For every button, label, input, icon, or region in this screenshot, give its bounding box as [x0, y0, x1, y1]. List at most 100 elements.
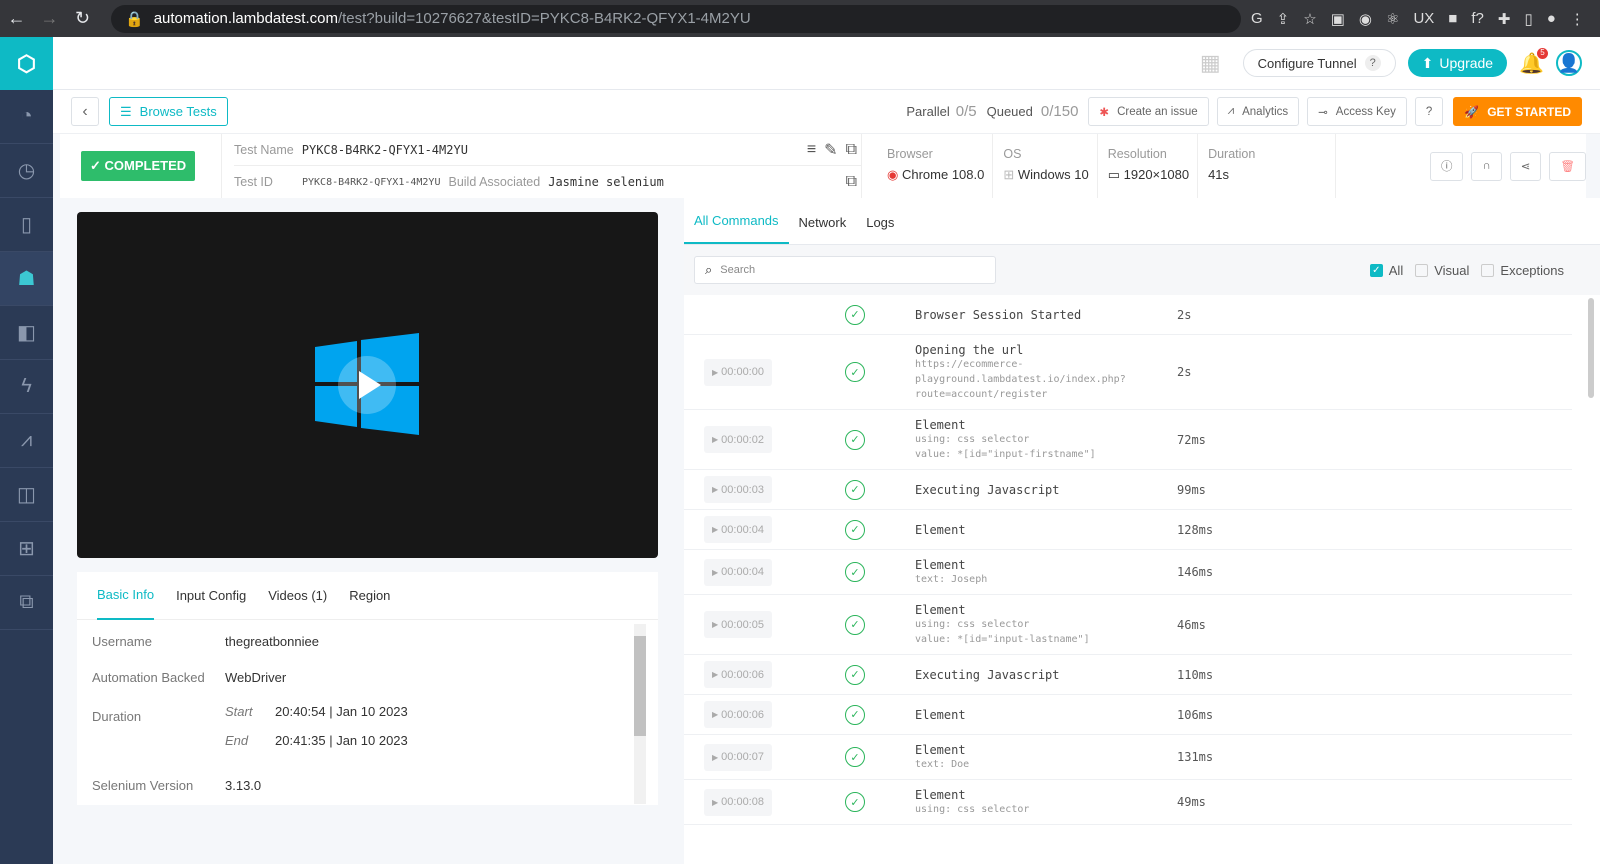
browse-tests-button[interactable]: ☰ Browse Tests [109, 97, 228, 126]
filter-exceptions-checkbox[interactable]: Exceptions [1481, 263, 1564, 278]
create-issue-button[interactable]: ✱ Create an issue [1088, 97, 1209, 126]
command-row[interactable]: ▶ 00:00:03 ✓ Executing Javascript 99ms [684, 470, 1572, 510]
timestamp-button[interactable]: ▶ 00:00:00 [704, 358, 772, 386]
info-button[interactable]: ⓘ [1429, 151, 1464, 181]
star-icon[interactable]: ☆ [1303, 10, 1316, 28]
help-icon[interactable]: ? [1364, 55, 1381, 71]
back-icon[interactable]: ← [0, 8, 33, 29]
timestamp-button[interactable]: ▶ 00:00:05 [704, 611, 772, 638]
command-duration: 2s [1177, 307, 1192, 322]
start-label: Start [225, 704, 253, 719]
command-row[interactable]: ✓ Browser Session Started 2s [684, 295, 1572, 335]
camera-icon[interactable]: ◉ [1359, 10, 1372, 28]
automation-value: WebDriver [225, 670, 287, 685]
test-id: PYKC8-B4RK2-QFYX1-4M2YU [302, 176, 441, 188]
automation-icon[interactable]: ☗ [0, 252, 53, 306]
scrollbar[interactable] [634, 624, 646, 804]
timestamp-button[interactable]: ▶ 00:00:02 [704, 426, 772, 453]
filter-visual-checkbox[interactable]: Visual [1415, 263, 1469, 278]
share-icon[interactable]: ⇪ [1277, 10, 1290, 28]
menu-icon[interactable]: ⋮ [1570, 10, 1585, 28]
copy-icon[interactable]: ⧉ [846, 141, 857, 159]
react-icon[interactable]: ⚛ [1386, 10, 1399, 28]
magnet-button[interactable]: ∩ [1471, 151, 1502, 181]
command-duration: 2s [1177, 365, 1192, 379]
tab-basic-info[interactable]: Basic Info [97, 572, 155, 620]
timestamp-button[interactable]: ▶ 00:00:08 [704, 788, 772, 816]
tab-logs[interactable]: Logs [856, 215, 904, 244]
timestamp-button[interactable]: ▶ 00:00:07 [704, 743, 772, 771]
command-row[interactable]: ▶ 00:00:06 ✓ Executing Javascript 110ms [684, 655, 1572, 695]
tab-all-commands[interactable]: All Commands [684, 213, 789, 244]
command-row[interactable]: ▶ 00:00:07 ✓ Element text: Doe 131ms [684, 735, 1572, 780]
user-icon[interactable]: 👤 [1556, 50, 1582, 76]
command-row[interactable]: ▶ 00:00:05 ✓ Element using: css selector val… [684, 595, 1572, 655]
command-row[interactable]: ▶ 00:00:04 ✓ Element text: Joseph 146ms [684, 550, 1572, 595]
sidepanel-icon[interactable]: ▯ [1524, 10, 1532, 28]
timestamp-button[interactable]: ▶ 00:00:03 [704, 476, 772, 503]
get-started-button[interactable]: 🚀 GET STARTED [1453, 97, 1582, 126]
timestamp: 00:00:05 [721, 618, 764, 631]
puzzle-icon[interactable]: ✚ [1498, 10, 1511, 28]
tab-region[interactable]: Region [349, 588, 390, 603]
app-icon[interactable]: ▯ [0, 198, 53, 252]
extension-icon[interactable]: ▣ [1331, 10, 1345, 28]
ux-icon[interactable]: UX [1413, 10, 1434, 28]
search-input[interactable]: ⌕ Search [694, 256, 996, 284]
timestamp-button[interactable]: ▶ 00:00:06 [704, 701, 772, 728]
delete-button[interactable]: 🗑 [1549, 151, 1586, 181]
tab-videos[interactable]: Videos (1) [268, 588, 327, 603]
screenshot-icon[interactable]: ◫ [0, 468, 53, 522]
command-duration: 110ms [1177, 667, 1214, 682]
command-row[interactable]: ▶ 00:00:06 ✓ Element 106ms [684, 695, 1572, 735]
add-icon[interactable]: ⊞ [0, 522, 53, 576]
upgrade-button[interactable]: ⬆ Upgrade [1407, 49, 1508, 77]
visual-icon[interactable]: ◧ [0, 306, 53, 360]
notification-bell-icon[interactable]: 🔔 5 [1519, 47, 1548, 76]
command-row[interactable]: ▶ 00:00:02 ✓ Element using: css selector val… [684, 410, 1572, 470]
forward-icon[interactable]: → [33, 8, 66, 29]
copy-id-icon[interactable]: ⧉ [846, 173, 857, 191]
color-icon[interactable]: ■ [1448, 10, 1457, 28]
address-bar[interactable]: 🔒 automation.lambdatest.com/test?build=10… [111, 4, 1241, 33]
lambdatest-logo[interactable]: ⬡ [0, 37, 53, 90]
command-duration: 146ms [1177, 565, 1214, 579]
edit-icon[interactable]: ✎ [824, 140, 837, 160]
apps-grid-icon[interactable]: ▦ [1200, 50, 1221, 76]
font-icon[interactable]: f? [1471, 10, 1484, 28]
command-title: Executing Javascript [915, 482, 1060, 497]
rename-icon[interactable]: ≡ [807, 141, 816, 159]
google-icon[interactable]: G [1251, 10, 1263, 28]
trend-icon: ⩘ [1227, 105, 1235, 117]
share-button[interactable]: ⋖ [1509, 151, 1542, 181]
back-button[interactable]: ‹ [71, 97, 99, 126]
os-value: Windows 10 [1017, 167, 1089, 182]
timestamp-button[interactable]: ▶ 00:00:06 [704, 661, 772, 688]
timestamp-button[interactable] [704, 301, 772, 328]
command-title: Browser Session Started [915, 307, 1082, 322]
filter-all-checkbox[interactable]: ✓ All [1369, 263, 1403, 278]
reload-icon[interactable]: ↻ [66, 8, 99, 29]
filter-visual-label: Visual [1434, 262, 1470, 278]
tab-network[interactable]: Network [789, 215, 857, 244]
status-badge: ✓ COMPLETED [81, 151, 196, 181]
realtime-icon[interactable]: ◷ [0, 144, 53, 198]
dashboard-icon[interactable]: ◔ [0, 90, 53, 144]
tab-input-config[interactable]: Input Config [176, 588, 246, 603]
command-row[interactable]: ▶ 00:00:04 ✓ Element 128ms [684, 510, 1572, 550]
profile-avatar[interactable]: ● [1547, 10, 1556, 28]
timestamp-button[interactable]: ▶ 00:00:04 [704, 558, 772, 586]
hyperexecute-icon[interactable]: ϟ [0, 360, 53, 414]
command-row[interactable]: ▶ 00:00:00 ✓ Opening the url https://ecommer… [684, 335, 1572, 410]
command-scrollbar[interactable] [1588, 298, 1594, 398]
monitor-icon: ▭ [1107, 167, 1120, 182]
analytics-button[interactable]: ⩘ Analytics [1216, 97, 1300, 126]
help-button[interactable]: ? [1414, 97, 1444, 126]
configure-tunnel-button[interactable]: Configure Tunnel? [1242, 49, 1396, 77]
integrations-icon[interactable]: ⧉ [0, 576, 53, 630]
timestamp-button[interactable]: ▶ 00:00:04 [704, 516, 772, 543]
command-row[interactable]: ▶ 00:00:08 ✓ Element using: css selector 49ms [684, 780, 1572, 825]
analytics-icon[interactable]: ⩘ [0, 414, 53, 468]
access-key-button[interactable]: ⊸ Access Key [1307, 97, 1407, 126]
video-player[interactable] [77, 212, 658, 558]
